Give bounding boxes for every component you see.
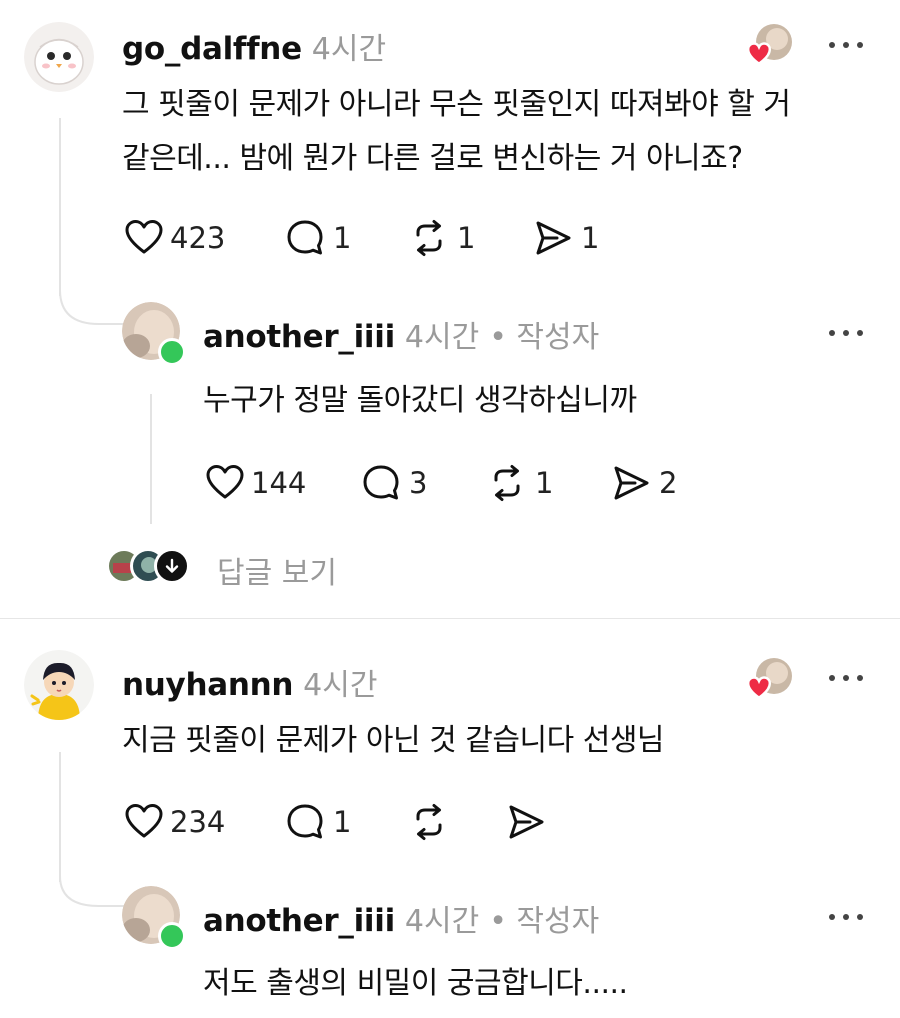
username[interactable]: nuyhannn — [122, 667, 293, 703]
timestamp: 4시간 — [404, 904, 480, 939]
comment-text: 지금 핏줄이 문제가 아닌 것 같습니다 선생님 — [122, 723, 665, 758]
like-button[interactable]: 144 — [205, 463, 306, 503]
reply-button[interactable]: 1 — [285, 802, 351, 842]
share-count: 1 — [581, 221, 600, 255]
repost-button[interactable]: 1 — [487, 463, 553, 503]
like-count: 144 — [251, 466, 307, 500]
down-arrow-icon — [154, 548, 190, 584]
author-tag: • 작성자 — [489, 904, 600, 939]
comment-icon — [361, 463, 401, 503]
thread-connector — [59, 290, 125, 325]
username[interactable]: another_iiii — [203, 319, 395, 355]
divider — [0, 618, 900, 619]
heart-icon — [746, 42, 772, 66]
reply-count: 1 — [333, 221, 352, 255]
online-status-dot — [158, 338, 186, 366]
share-icon — [506, 802, 546, 842]
reply-header: another_iiii 4시간 • 작성자 — [203, 896, 599, 940]
share-button[interactable] — [506, 802, 546, 842]
thread-line — [59, 118, 61, 296]
heart-icon — [124, 218, 164, 258]
comment-header: go_dalffne 4시간 — [122, 24, 386, 68]
repost-button[interactable] — [409, 802, 449, 842]
more-icon[interactable] — [829, 40, 863, 50]
heart-icon — [205, 463, 245, 503]
replier-avatars[interactable] — [106, 548, 196, 588]
reply-button[interactable]: 1 — [285, 218, 351, 258]
thread-line — [59, 752, 61, 882]
timestamp: 4시간 — [311, 32, 387, 67]
repost-count: 1 — [457, 221, 476, 255]
reply-header: another_iiii 4시간 • 작성자 — [203, 312, 599, 356]
like-button[interactable]: 234 — [124, 802, 225, 842]
liked-by-author-badge — [746, 24, 792, 66]
view-replies-link[interactable]: 답글 보기 — [217, 548, 337, 592]
online-status-dot — [158, 922, 186, 950]
thread-connector — [59, 876, 125, 907]
timestamp: 4시간 — [404, 320, 480, 355]
comment-text: 그 핏줄이 문제가 아니라 무슨 핏줄인지 따져봐야 할 거 같은데... 밤에… — [122, 87, 791, 176]
timestamp: 4시간 — [303, 668, 378, 703]
author-tag: • 작성자 — [489, 320, 600, 355]
comment-text: 누구가 정말 돌아갔디 생각하십니까 — [203, 383, 637, 418]
more-icon[interactable] — [829, 673, 863, 683]
avatar[interactable] — [24, 22, 94, 92]
share-icon — [533, 218, 573, 258]
heart-icon — [746, 676, 772, 700]
reply-button[interactable]: 3 — [361, 463, 427, 503]
comment-text: 저도 출생의 비밀이 궁금합니다..... — [203, 966, 628, 1001]
thread-line — [150, 394, 152, 524]
repost-count: 1 — [535, 466, 554, 500]
repost-icon — [409, 802, 449, 842]
reply-count: 1 — [333, 805, 352, 839]
comment-header: nuyhannn 4시간 — [122, 660, 377, 704]
share-button[interactable]: 2 — [611, 463, 677, 503]
share-icon — [611, 463, 651, 503]
avatar[interactable] — [24, 650, 94, 720]
heart-icon — [124, 802, 164, 842]
share-count: 2 — [659, 466, 678, 500]
username[interactable]: go_dalffne — [122, 31, 302, 67]
liked-by-author-badge — [746, 658, 792, 700]
repost-button[interactable]: 1 — [409, 218, 475, 258]
comment-icon — [285, 802, 325, 842]
like-button[interactable]: 423 — [124, 218, 225, 258]
like-count: 234 — [170, 805, 226, 839]
reply-count: 3 — [409, 466, 428, 500]
share-button[interactable]: 1 — [533, 218, 599, 258]
username[interactable]: another_iiii — [203, 903, 395, 939]
more-icon[interactable] — [829, 328, 863, 338]
like-count: 423 — [170, 221, 226, 255]
comment-icon — [285, 218, 325, 258]
repost-icon — [409, 218, 449, 258]
repost-icon — [487, 463, 527, 503]
more-icon[interactable] — [829, 912, 863, 922]
